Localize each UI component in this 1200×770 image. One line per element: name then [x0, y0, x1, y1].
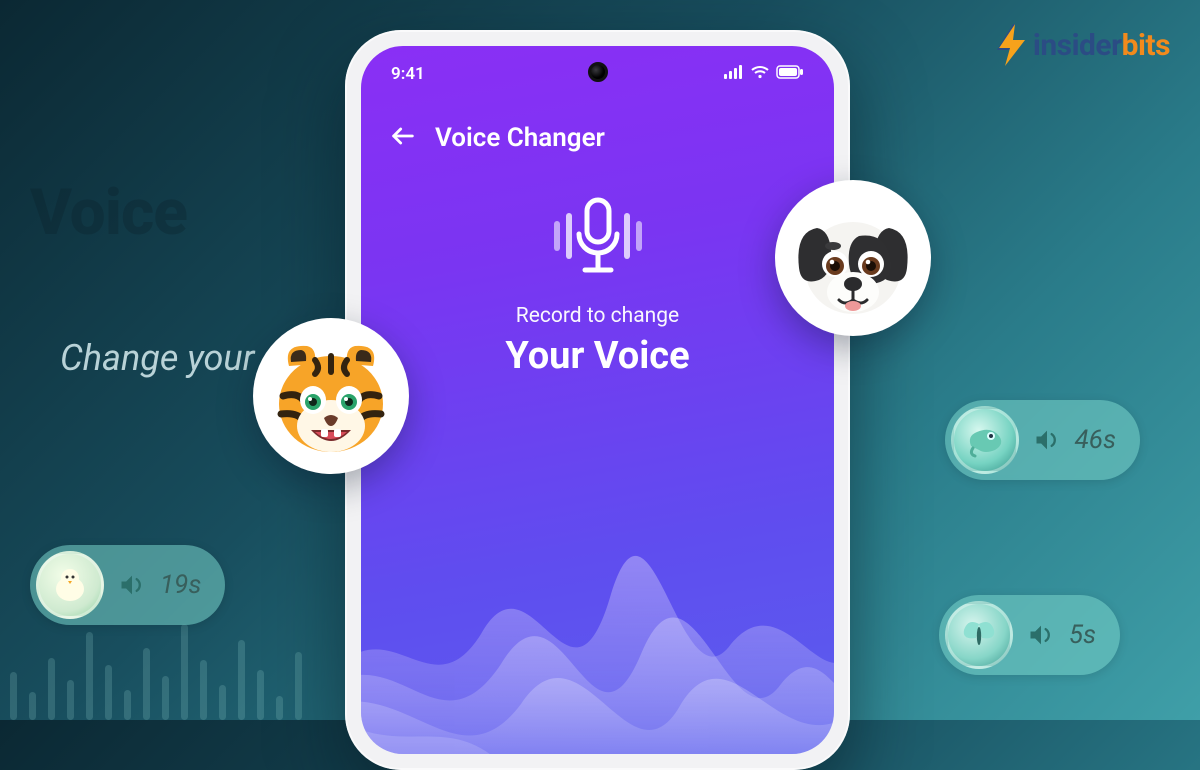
phone-screen: 9:41 Voice Changer [361, 46, 834, 754]
mic-title: Your Voice [361, 334, 834, 378]
speaker-icon [1033, 426, 1061, 454]
signal-icon [724, 64, 744, 84]
phone-frame: 9:41 Voice Changer [345, 30, 850, 770]
chick-thumbnail [36, 551, 104, 619]
duration-label: 46s [1075, 425, 1116, 455]
tiger-avatar[interactable] [253, 318, 409, 474]
bolt-icon [993, 22, 1031, 68]
voice-clip-bubble-3[interactable]: 5s [939, 595, 1120, 675]
status-time: 9:41 [391, 64, 425, 84]
butterfly-thumbnail [945, 601, 1013, 669]
status-bar: 9:41 [361, 64, 834, 84]
brand-logo: insiderbits [993, 22, 1170, 68]
back-button[interactable] [389, 122, 417, 154]
speaker-icon [1027, 621, 1055, 649]
mic-record-zone[interactable]: Record to change Your Voice [361, 194, 834, 378]
chameleon-thumbnail [951, 406, 1019, 474]
voice-clip-bubble-1[interactable]: 19s [30, 545, 225, 625]
logo-text-2: bits [1122, 28, 1170, 63]
voice-clip-bubble-2[interactable]: 46s [945, 400, 1140, 480]
equalizer-bars [10, 624, 302, 720]
dog-avatar[interactable] [775, 180, 931, 336]
duration-label: 19s [160, 570, 201, 600]
microphone-icon [543, 194, 653, 278]
bg-subline: Change your [60, 337, 254, 379]
app-title: Voice Changer [435, 123, 605, 153]
battery-icon [776, 64, 804, 84]
waveform-visual [361, 454, 834, 754]
logo-text-1: insider [1033, 28, 1122, 63]
speaker-icon [118, 571, 146, 599]
mic-subtext: Record to change [361, 304, 834, 328]
bg-shadow-heading: Voice [30, 175, 187, 250]
app-bar: Voice Changer [361, 122, 834, 154]
duration-label: 5s [1069, 620, 1096, 650]
wifi-icon [750, 64, 770, 84]
